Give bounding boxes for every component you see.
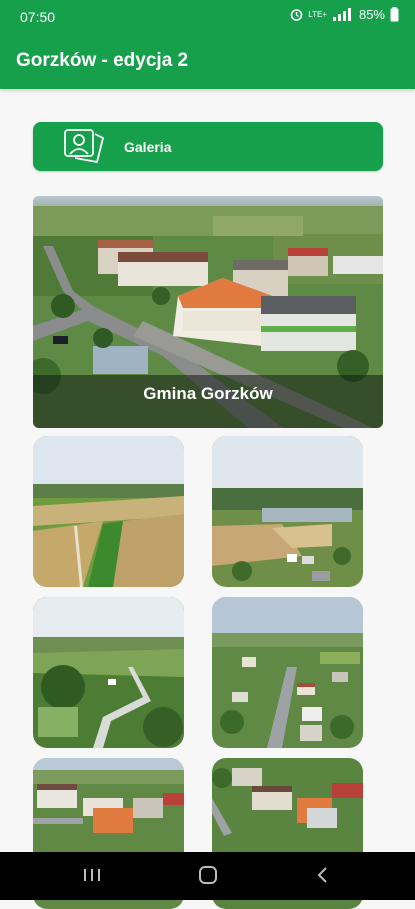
back-icon[interactable] bbox=[313, 864, 333, 891]
battery-text: 85% bbox=[358, 7, 385, 22]
aerial-fields-photo bbox=[33, 436, 184, 587]
home-icon[interactable] bbox=[197, 864, 219, 891]
hero-image-gmina[interactable]: Gmina Gorzków bbox=[33, 196, 383, 428]
battery-icon bbox=[390, 7, 399, 22]
status-icons: LTE+ 85% bbox=[290, 7, 399, 22]
contact-card-icon bbox=[61, 128, 105, 169]
aerial-town-street-photo bbox=[212, 597, 363, 748]
aerial-village-ponds-photo bbox=[212, 436, 363, 587]
thumb-aerial-crossroads[interactable] bbox=[33, 597, 184, 748]
network-type: LTE+ bbox=[308, 10, 327, 19]
hero-caption: Gmina Gorzków bbox=[143, 384, 273, 403]
aerial-crossroads-photo bbox=[33, 597, 184, 748]
system-nav-bar bbox=[0, 852, 415, 900]
status-bar: 07:50 LTE+ 85% bbox=[0, 0, 415, 34]
thumb-aerial-town-street[interactable] bbox=[212, 597, 363, 748]
signal-icon bbox=[332, 8, 351, 21]
app-bar: Gorzków - edycja 2 bbox=[0, 34, 415, 89]
alarm-icon bbox=[290, 9, 303, 21]
status-time: 07:50 bbox=[20, 9, 56, 25]
gallery-button[interactable]: Galeria bbox=[33, 122, 383, 171]
thumb-aerial-fields[interactable] bbox=[33, 436, 184, 587]
app-title: Gorzków - edycja 2 bbox=[16, 50, 189, 71]
gallery-button-label: Galeria bbox=[124, 139, 172, 155]
recent-apps-icon[interactable] bbox=[82, 864, 102, 891]
thumb-aerial-village-ponds[interactable] bbox=[212, 436, 363, 587]
